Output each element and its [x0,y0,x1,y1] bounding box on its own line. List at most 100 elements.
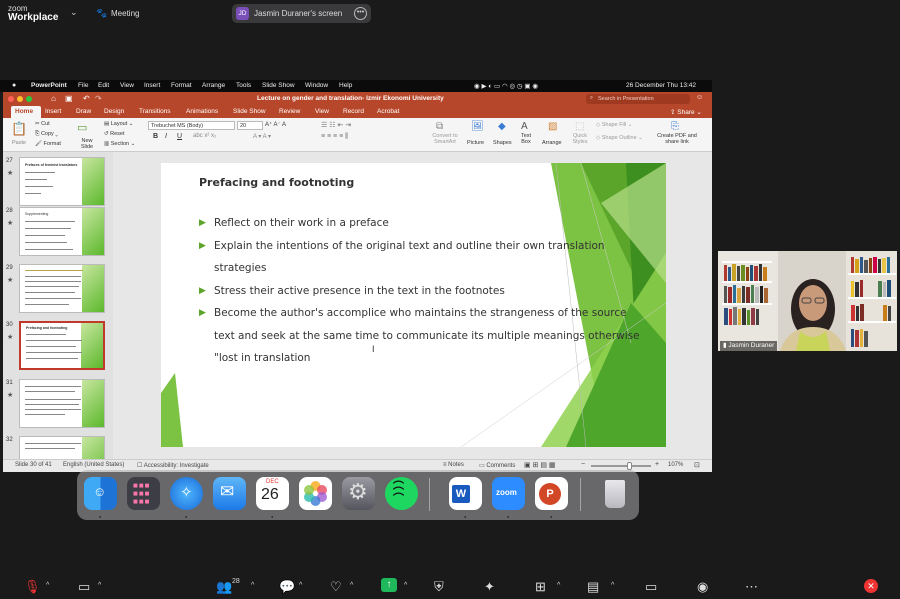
chat-icon[interactable]: 💬 [279,579,295,595]
more-icon[interactable]: ••• [354,7,367,20]
zoom-in-icon[interactable]: + [655,461,659,468]
participant-video[interactable]: ▮ Jasmin Duraner [718,251,897,351]
chevron-up-icon[interactable]: ^ [611,582,614,589]
maximize-window-icon[interactable] [26,96,32,102]
undo-icon[interactable]: ↶ [83,94,90,103]
security-shield-icon[interactable]: ⛨ [434,579,444,595]
tab-record[interactable]: Record [343,108,364,115]
format-painter-button[interactable]: 🖌 Format [35,141,61,147]
grow-shrink-font-icons[interactable]: A⁺ A⁻ A [265,121,286,128]
tab-draw[interactable]: Draw [76,108,91,115]
ai-companion-icon[interactable]: ✦ [484,579,495,595]
language-status[interactable]: English (United States) [63,462,124,468]
share-button[interactable]: ⇪ Share ⌄ [670,108,702,116]
font-name-select[interactable]: Trebuchet MS (Body) [148,121,235,130]
menu-item-help[interactable]: Help [339,82,352,89]
spotify-icon[interactable]: ⌒ ⌒ ⌒ [385,477,418,510]
mic-muted-icon[interactable]: 🎙 [24,579,41,595]
zoom-slider-thumb[interactable] [627,462,632,470]
participants-icon[interactable]: 👥 [216,579,232,595]
tab-design[interactable]: Design [104,108,124,115]
fit-slide-icon[interactable]: ⊡ [694,461,700,469]
convert-smartart-label[interactable]: Convert to SmartArt [428,133,462,145]
menu-item-file[interactable]: File [78,82,88,89]
calendar-icon[interactable]: DEC 26 [256,477,289,510]
safari-icon[interactable]: ✧ [170,477,203,510]
new-slide-icon[interactable]: ▭ [77,121,87,134]
tab-view[interactable]: View [315,108,329,115]
chevron-up-icon[interactable]: ^ [299,582,302,589]
section-button[interactable]: ▥ Section ⌄ [104,141,135,147]
create-pdf-icon[interactable]: ⎘ [671,121,679,132]
minimize-window-icon[interactable] [17,96,23,102]
create-pdf-label[interactable]: Create PDF and share link [657,133,697,145]
slide-thumbnail-selected[interactable]: Prefacing and footnoting [19,321,105,370]
tab-animations[interactable]: Animations [186,108,218,115]
tab-review[interactable]: Review [279,108,300,115]
chevron-up-icon[interactable]: ^ [404,582,407,589]
close-window-icon[interactable] [8,96,14,102]
list-buttons[interactable]: ☰ ☷ ⇤ ⇥ [321,121,351,129]
redo-icon[interactable]: ↷ [95,94,102,103]
arrange-label[interactable]: Arrange [542,140,562,146]
menu-item-slide-show[interactable]: Slide Show [262,82,295,89]
cut-button[interactable]: ✂ Cut [35,121,50,127]
tab-insert[interactable]: Insert [45,108,61,115]
quick-styles-icon[interactable]: ⬚ [575,121,584,132]
picture-label[interactable]: Picture [467,140,484,146]
react-heart-icon[interactable]: ♡ [330,579,342,595]
zoom-app-icon[interactable]: zoom [492,477,525,510]
chevron-up-icon[interactable]: ^ [98,582,101,589]
menu-app-name[interactable]: PowerPoint [31,82,67,89]
system-settings-icon[interactable]: ⚙ [342,477,375,510]
trash-icon[interactable] [598,477,631,510]
underline-button[interactable]: U [177,133,182,140]
tab-transitions[interactable]: Transitions [139,108,171,115]
menu-item-insert[interactable]: Insert [144,82,160,89]
slide-thumbnail[interactable] [19,264,105,313]
screen-share-indicator[interactable]: JD Jasmin Duraner's screen ••• [232,4,371,23]
smartart-icon[interactable]: ⧉ [436,121,443,132]
comments-button[interactable]: ▭ Comments [479,462,515,469]
current-slide[interactable]: Prefacing and footnoting ▶ Reflect on th… [161,163,666,447]
menu-item-format[interactable]: Format [171,82,192,89]
shape-fill-button[interactable]: ◇ Shape Fill ⌄ [596,122,632,128]
menu-item-tools[interactable]: Tools [236,82,251,89]
whiteboard-icon[interactable]: ▤ [587,579,599,595]
menu-item-window[interactable]: Window [305,82,328,89]
shape-outline-button[interactable]: ◇ Shape Outline ⌄ [596,135,643,141]
picture-icon[interactable]: 🖼 [471,121,484,132]
home-icon[interactable]: ⌂ [51,94,56,103]
chevron-up-icon[interactable]: ^ [350,582,353,589]
font-size-select[interactable]: 20 [237,121,263,130]
quick-styles-label[interactable]: Quick Styles [571,133,589,145]
share-screen-icon[interactable]: ↑ [381,578,397,592]
chevron-down-icon[interactable]: ⌄ [70,7,78,18]
text-effects-icons[interactable]: abc x² x₂ [193,133,216,139]
menu-item-arrange[interactable]: Arrange [202,82,225,89]
record-icon[interactable]: ◉ [697,579,708,595]
align-buttons[interactable]: ≡ ≡ ≡ ≡ ⫼ [321,133,348,141]
highlight-color-icons[interactable]: A ▾ A ▾ [253,133,271,140]
more-options-icon[interactable]: ⋯ [745,579,758,595]
chevron-up-icon[interactable]: ^ [46,582,49,589]
text-box-label[interactable]: Text Box [519,133,533,145]
new-slide-label[interactable]: New Slide [80,138,94,150]
zoom-out-icon[interactable]: − [581,461,585,468]
captions-icon[interactable]: ▭ [645,579,657,595]
copy-button[interactable]: ⎘ Copy ⌄ [35,131,58,138]
paste-label[interactable]: Paste [12,140,26,146]
leave-meeting-icon[interactable]: ✕ [864,579,878,593]
tab-acrobat[interactable]: Acrobat [377,108,399,115]
menu-item-view[interactable]: View [120,82,134,89]
mail-icon[interactable]: ✉ [213,477,246,510]
slide-thumbnail[interactable]: Prefaces of feminist translators [19,157,105,206]
zoom-slider[interactable] [591,462,651,470]
search-box[interactable]: ⌕ Search in Presentation [586,94,690,104]
photos-icon[interactable] [299,477,332,510]
video-camera-icon[interactable]: ▭ [78,579,90,595]
chevron-up-icon[interactable]: ^ [557,582,560,589]
word-icon[interactable]: W [449,477,482,510]
zoom-percent[interactable]: 107% [668,462,683,468]
menu-item-edit[interactable]: Edit [98,82,109,89]
